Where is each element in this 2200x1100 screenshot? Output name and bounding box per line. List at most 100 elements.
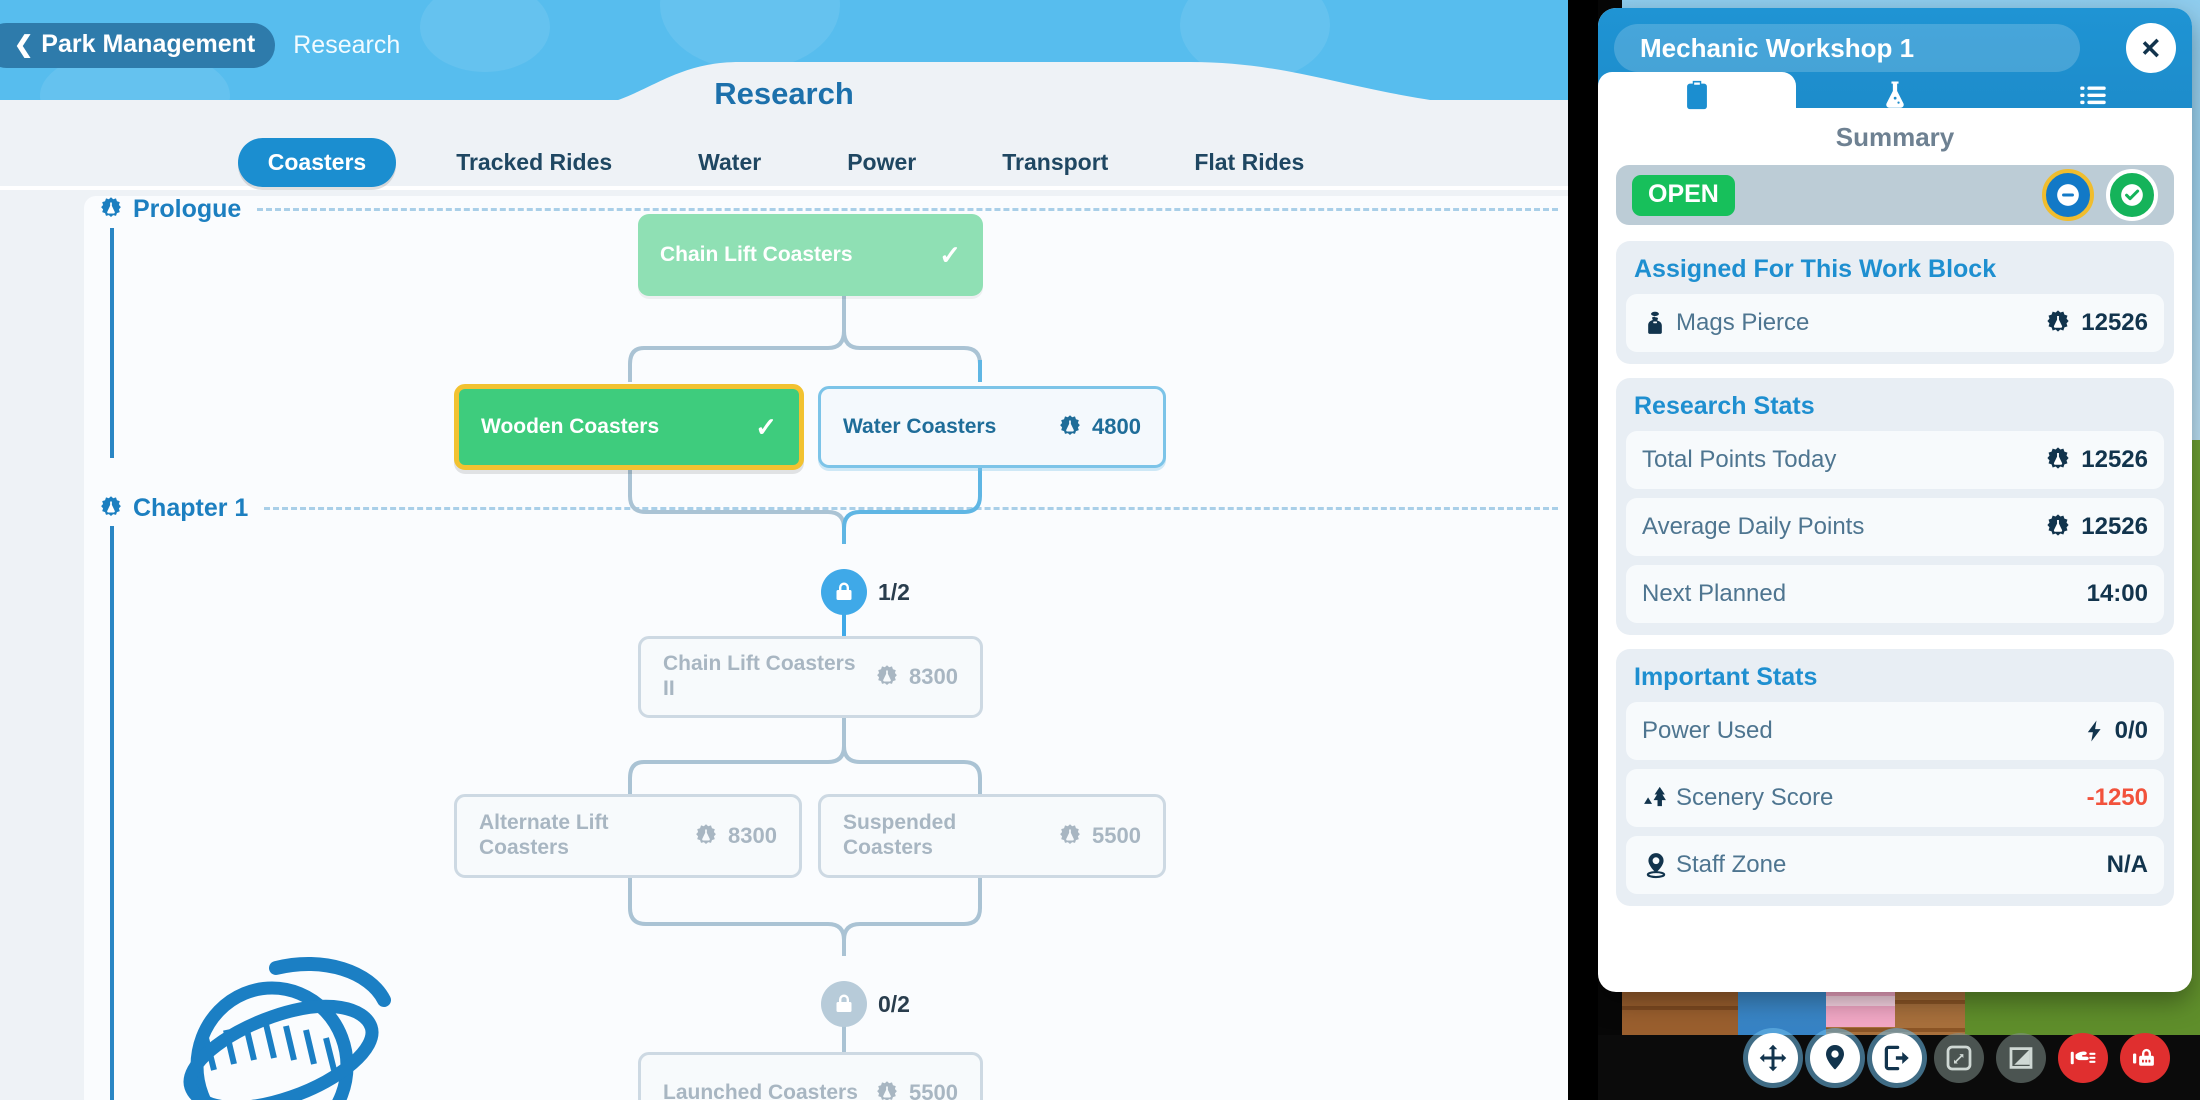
research-point-icon (1060, 415, 1080, 436)
node-cost-value: 8300 (728, 823, 777, 848)
research-point-icon (2047, 514, 2069, 536)
panel-tabs (1598, 72, 2192, 118)
stat-label: Total Points Today (1642, 446, 1837, 473)
category-tabs: Coasters Tracked Rides Water Power Trans… (0, 136, 1568, 188)
lock-icon (821, 569, 867, 615)
tree-node-launched-coasters[interactable]: Launched Coasters 5500 (638, 1052, 983, 1100)
research-point-icon (1060, 824, 1080, 845)
group-title: Research Stats (1634, 392, 1815, 420)
status-badge: OPEN (1632, 174, 1735, 216)
research-point-icon (2047, 310, 2069, 332)
value-text: 14:00 (2086, 580, 2148, 607)
close-workshop-button[interactable] (2042, 169, 2094, 221)
move-button[interactable] (1748, 1033, 1798, 1083)
tab-research[interactable] (1796, 72, 1994, 118)
tree-node-alternate-lift-coasters[interactable]: Alternate Lift Coasters 8300 (454, 794, 802, 878)
stat-label: Average Daily Points (1642, 513, 1865, 540)
research-point-icon (877, 665, 897, 686)
node-cost-value: 5500 (909, 1080, 958, 1100)
demolish-button[interactable] (2058, 1033, 2108, 1083)
node-label: Launched Coasters (663, 1080, 858, 1100)
check-icon: ✓ (939, 239, 961, 270)
node-label: Suspended Coasters (843, 811, 957, 859)
tree-node-wooden-coasters[interactable]: Wooden Coasters ✓ (454, 384, 804, 470)
stat-scenery-score: Scenery Score -1250 (1626, 769, 2164, 827)
resize-button[interactable] (1934, 1033, 1984, 1083)
tab-water[interactable]: Water (672, 138, 787, 187)
tab-list[interactable] (1994, 72, 2192, 118)
assigned-staff-row[interactable]: Mags Pierce 12526 (1626, 294, 2164, 352)
gate-progress-label: 0/2 (878, 990, 910, 1017)
minus-circle-icon (2057, 184, 2079, 206)
value-text: N/A (2106, 851, 2148, 878)
research-tree[interactable]: PLANET COASTER 2 (84, 196, 1568, 1100)
group-research-stats: Research Stats Total Points Today 12526 … (1616, 378, 2174, 635)
move-icon (1759, 1044, 1787, 1072)
node-label: Wooden Coasters (481, 414, 660, 438)
breadcrumb: ❮ Park Management Research (0, 22, 400, 68)
value-text: 12526 (2081, 446, 2148, 473)
lock-icon (821, 981, 867, 1027)
clipboard-icon (1687, 80, 1707, 110)
breadcrumb-back-label: Park Management (41, 29, 256, 58)
stat-staff-zone: Staff Zone N/A (1626, 836, 2164, 894)
panel-header: Mechanic Workshop 1 (1598, 8, 2192, 118)
cloud-decor-1 (660, 0, 840, 70)
tree-node-chain-lift-coasters[interactable]: Chain Lift Coasters ✓ (638, 214, 983, 296)
status-row: OPEN (1616, 165, 2174, 225)
demolish-icon (2070, 1051, 2096, 1065)
value-text: -1250 (2086, 784, 2148, 811)
assigned-staff-points: 12526 (2044, 309, 2148, 337)
node-cost: 5500 (1057, 823, 1141, 849)
tree-gate-1: 1/2 (821, 569, 910, 615)
back-to-park-management-button[interactable]: ❮ Park Management (0, 22, 276, 68)
node-cost-value: 5500 (1092, 823, 1141, 848)
tab-summary[interactable] (1598, 72, 1796, 118)
tree-node-suspended-coasters[interactable]: Suspended Coasters 5500 (818, 794, 1166, 878)
research-point-icon (877, 1081, 897, 1100)
pin-icon (1642, 851, 1676, 879)
node-cost: 5500 (874, 1080, 958, 1100)
stat-label: Power Used (1642, 717, 1773, 744)
screen-divider (1568, 0, 1598, 1100)
panel-body: Summary OPEN Assigned For This Work Bloc… (1598, 108, 2192, 934)
research-screen: ❮ Park Management Research Research Coas… (0, 0, 1568, 1100)
check-icon: ✓ (755, 411, 777, 442)
open-workshop-button[interactable] (2106, 169, 2158, 221)
tree-node-chain-lift-coasters-ii[interactable]: Chain Lift Coasters II 8300 (638, 636, 983, 718)
tab-tracked-rides[interactable]: Tracked Rides (430, 138, 638, 187)
stat-label: Staff Zone (1676, 851, 1787, 878)
group-assigned: Assigned For This Work Block Mags Pierce… (1616, 241, 2174, 364)
breadcrumb-current: Research (293, 30, 401, 59)
panel-title: Mechanic Workshop 1 (1614, 24, 2080, 72)
locate-button[interactable] (1810, 1033, 1860, 1083)
staff-icon (1642, 309, 1676, 337)
tab-coasters[interactable]: Coasters (237, 137, 397, 187)
tab-transport[interactable]: Transport (976, 138, 1134, 187)
tab-power[interactable]: Power (821, 138, 942, 187)
terrain-button[interactable] (1996, 1033, 2046, 1083)
stat-value: -1250 (2087, 784, 2148, 812)
node-cost: 8300 (693, 823, 777, 849)
node-label: Chain Lift Coasters (660, 242, 853, 266)
stat-power-used: Power Used 0/0 (1626, 702, 2164, 760)
node-label: Water Coasters (843, 414, 997, 438)
tab-flat-rides[interactable]: Flat Rides (1168, 138, 1330, 187)
stat-value: 0/0 (2082, 717, 2148, 745)
pin-icon (1826, 1045, 1844, 1070)
stat-value: 14:00 (2087, 580, 2148, 608)
stat-label: Next Planned (1642, 580, 1787, 607)
tree-node-water-coasters[interactable]: Water Coasters 4800 (818, 386, 1166, 468)
value-text: 12526 (2081, 513, 2148, 540)
terrain-icon (2009, 1047, 2033, 1069)
tree-icon (1642, 784, 1676, 812)
stat-value: N/A (2107, 851, 2148, 879)
exit-button[interactable] (1872, 1033, 1922, 1083)
close-button[interactable] (2126, 23, 2176, 73)
tree-gate-2: 0/2 (821, 981, 910, 1027)
lock-button[interactable] (2120, 1033, 2170, 1083)
stat-average-daily-points: Average Daily Points 12526 (1626, 498, 2164, 556)
stat-value: 12526 (2044, 446, 2148, 474)
group-title: Important Stats (1634, 663, 1818, 691)
node-cost-value: 4800 (1092, 414, 1141, 439)
